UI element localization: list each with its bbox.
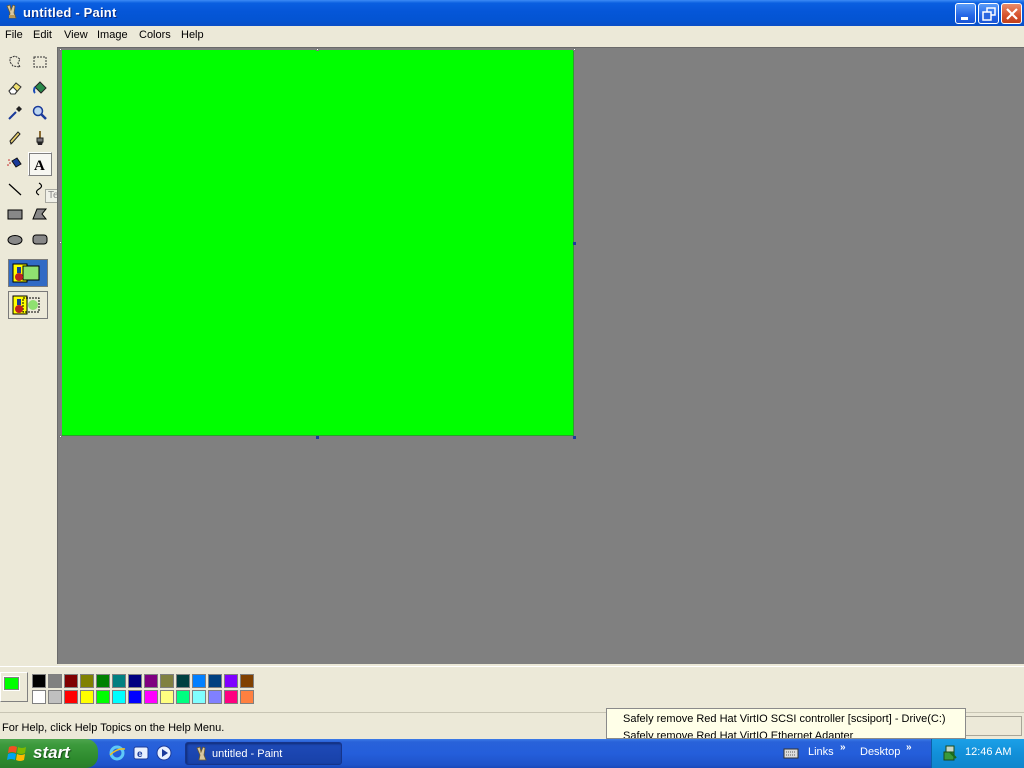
paint-app-icon[interactable]	[4, 4, 20, 20]
foreground-color	[4, 677, 19, 690]
palette-swatch[interactable]	[32, 690, 46, 704]
palette-swatch[interactable]	[240, 674, 254, 688]
menu-file[interactable]: File	[5, 29, 23, 41]
eraser-icon[interactable]	[4, 77, 26, 99]
menu-view[interactable]: View	[64, 29, 88, 41]
status-help-text: For Help, click Help Topics on the Help …	[2, 722, 225, 734]
menu-colors[interactable]: Colors	[139, 29, 171, 41]
palette-swatch[interactable]	[128, 690, 142, 704]
palette-swatch[interactable]	[48, 674, 62, 688]
line-icon[interactable]	[4, 178, 26, 200]
brush-icon[interactable]	[29, 127, 51, 149]
safely-remove-menu: Safely remove Red Hat VirtIO SCSI contro…	[606, 708, 966, 739]
taskbar-paint-button[interactable]: untitled - Paint	[185, 742, 342, 765]
ellipse-icon[interactable]	[4, 228, 26, 250]
palette-swatch[interactable]	[208, 674, 222, 688]
toolbox: A	[0, 47, 56, 666]
palette-swatch[interactable]	[144, 690, 158, 704]
rect-select-icon[interactable]	[29, 51, 51, 73]
links-toolbar[interactable]: Links	[808, 746, 834, 758]
drawing-canvas[interactable]	[62, 50, 574, 436]
start-button[interactable]: start	[0, 739, 98, 768]
internet-explorer-icon[interactable]	[108, 744, 126, 762]
drawing-workspace[interactable]	[57, 47, 1024, 664]
restore-button[interactable]	[978, 3, 999, 24]
svg-text:e: e	[137, 749, 143, 760]
color-box	[0, 666, 1024, 712]
handle-top-right	[573, 48, 576, 51]
palette-swatch[interactable]	[96, 690, 110, 704]
desktop-chevron-icon[interactable]: »	[906, 742, 912, 753]
menu-image[interactable]: Image	[97, 29, 128, 41]
rectangle-icon[interactable]	[4, 203, 26, 225]
desktop-toolbar[interactable]: Desktop	[860, 746, 900, 758]
palette-swatch[interactable]	[160, 690, 174, 704]
start-label: start	[33, 743, 70, 762]
palette-swatch[interactable]	[192, 674, 206, 688]
handle-mid-left	[59, 241, 62, 244]
windows-logo-icon	[7, 746, 26, 761]
rounded-rect-icon[interactable]	[29, 228, 51, 250]
safely-remove-ethernet-item[interactable]: Safely remove Red Hat VirtIO Ethernet Ad…	[623, 730, 853, 738]
media-player-icon[interactable]	[155, 744, 173, 762]
palette-swatch[interactable]	[144, 674, 158, 688]
menu-help[interactable]: Help	[181, 29, 204, 41]
outlook-express-icon[interactable]: e	[132, 744, 150, 762]
taskbar-paint-label: untitled - Paint	[212, 748, 283, 760]
transparent-background-option[interactable]	[8, 291, 48, 319]
airbrush-icon[interactable]	[4, 153, 26, 175]
handle-bottom-left	[59, 435, 62, 438]
palette-swatch[interactable]	[112, 690, 126, 704]
palette-swatch[interactable]	[128, 674, 142, 688]
palette-swatch[interactable]	[224, 690, 238, 704]
handle-top-mid	[316, 48, 319, 51]
minimize-button[interactable]	[955, 3, 976, 24]
links-chevron-icon[interactable]: »	[840, 742, 846, 753]
title-bar[interactable]: untitled - Paint	[0, 0, 1024, 26]
main-area: A Text	[0, 45, 1024, 666]
pencil-icon[interactable]	[4, 127, 26, 149]
paint-taskbar-icon	[196, 746, 207, 761]
palette-swatch[interactable]	[160, 674, 174, 688]
text-icon: A	[34, 158, 45, 172]
palette-swatch[interactable]	[224, 674, 238, 688]
safely-remove-scsi-item[interactable]: Safely remove Red Hat VirtIO SCSI contro…	[623, 713, 946, 725]
window-title: untitled - Paint	[23, 5, 117, 20]
palette-swatch[interactable]	[80, 690, 94, 704]
palette-swatch[interactable]	[208, 690, 222, 704]
palette-swatch[interactable]	[176, 690, 190, 704]
palette-swatch[interactable]	[96, 674, 110, 688]
current-colors[interactable]	[0, 672, 28, 702]
text-tool-button[interactable]: A	[28, 152, 52, 176]
system-tray: 12:46 AM	[931, 739, 1024, 768]
palette-swatch[interactable]	[112, 674, 126, 688]
menu-bar: File Edit View Image Colors Help	[0, 26, 1024, 45]
tool-options-box	[8, 259, 50, 323]
handle-top-left	[59, 48, 62, 51]
palette-swatch[interactable]	[64, 690, 78, 704]
palette-swatch[interactable]	[64, 674, 78, 688]
status-panel	[960, 716, 1022, 736]
taskbar: start e untitled - Paint Links » Desktop…	[0, 739, 1024, 768]
close-button[interactable]	[1001, 3, 1022, 24]
magnifier-icon[interactable]	[29, 102, 51, 124]
handle-mid-right[interactable]	[573, 242, 576, 245]
safely-remove-hardware-icon	[943, 745, 957, 761]
palette-swatch[interactable]	[192, 690, 206, 704]
palette-swatch[interactable]	[240, 690, 254, 704]
handle-bottom-right[interactable]	[573, 436, 576, 439]
opaque-background-option[interactable]	[8, 259, 48, 287]
eyedropper-icon[interactable]	[4, 102, 26, 124]
menu-edit[interactable]: Edit	[33, 29, 52, 41]
palette-swatch[interactable]	[48, 690, 62, 704]
palette-swatch[interactable]	[32, 674, 46, 688]
handle-bottom-mid[interactable]	[316, 436, 319, 439]
palette-swatch[interactable]	[80, 674, 94, 688]
keyboard-icon[interactable]	[783, 745, 801, 763]
freeform-select-icon[interactable]	[4, 51, 26, 73]
fill-bucket-icon[interactable]	[29, 77, 51, 99]
palette-swatch[interactable]	[176, 674, 190, 688]
polygon-icon[interactable]	[29, 203, 51, 225]
clock[interactable]: 12:46 AM	[965, 746, 1011, 758]
